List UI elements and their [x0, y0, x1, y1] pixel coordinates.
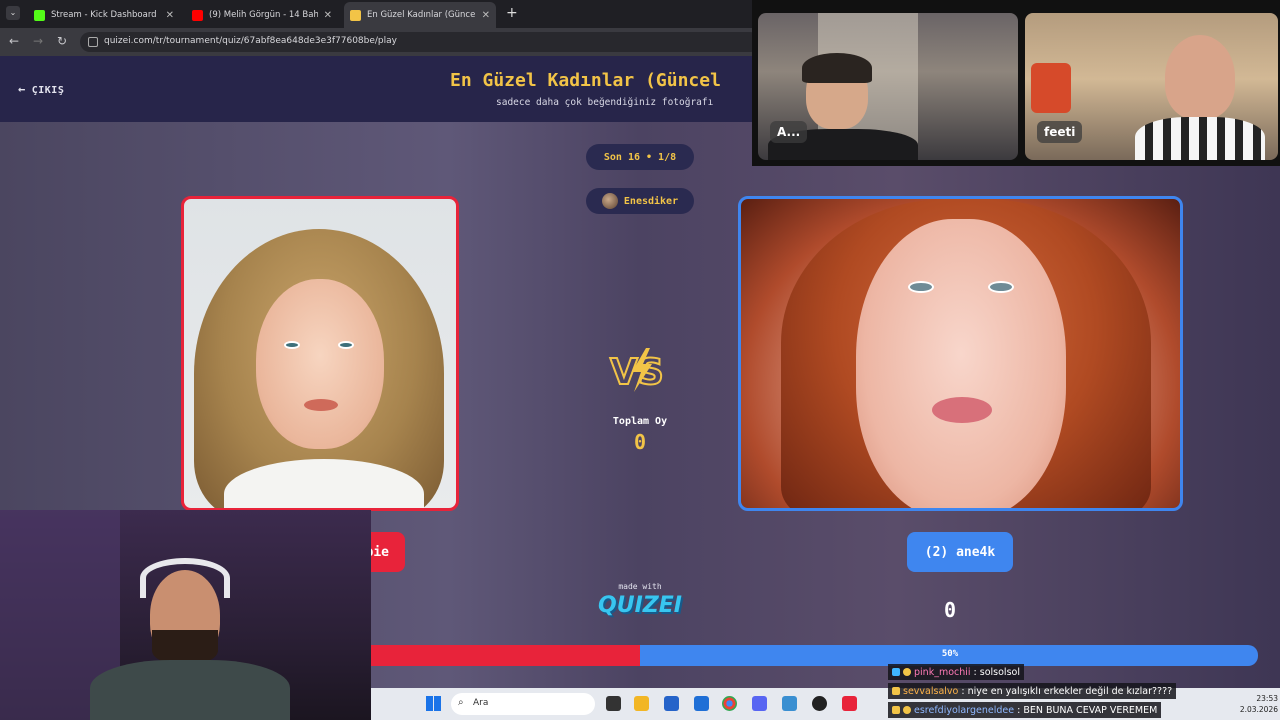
youtube-favicon-icon: [192, 9, 203, 21]
gift-badge-icon: [903, 668, 911, 676]
exit-button[interactable]: ← ÇIKIŞ: [18, 82, 64, 96]
chat-text: : niye en yalışıklı erkekler değil de kı…: [961, 685, 1173, 697]
guest-b-face: [1165, 35, 1235, 119]
vote-split-percent: 50%: [941, 649, 959, 659]
chat-username: esrefdiyolargeneldee: [914, 704, 1015, 716]
right-candidate-image[interactable]: [738, 196, 1183, 511]
tab-youtube[interactable]: (9) Melih Görgün - 14 Bahar (O ✕: [186, 4, 338, 26]
quiz-subtitle: sadece daha çok beğendiğiniz fotoğrafı: [496, 97, 714, 108]
exit-label: ÇIKIŞ: [31, 85, 65, 96]
close-tab-icon[interactable]: ✕: [482, 10, 490, 21]
total-votes-value: 0: [633, 430, 647, 454]
clock-time: 23:53: [1256, 694, 1278, 703]
author-avatar: [601, 193, 618, 209]
guest-a-name: A...: [770, 121, 808, 143]
left-candidate-image[interactable]: [181, 196, 459, 511]
portrait-eye: [908, 281, 934, 293]
discord-icon[interactable]: [752, 696, 767, 711]
guest-b-jersey: [1135, 117, 1265, 160]
streamer-cam: [0, 510, 371, 720]
streamer-sweater: [90, 660, 290, 720]
app-icon[interactable]: [842, 696, 857, 711]
chat-text: : BEN BUNA CEVAP VEREMEM: [1017, 704, 1158, 716]
subscriber-badge-icon: [892, 706, 900, 714]
chrome-icon[interactable]: [722, 696, 737, 711]
task-view-icon[interactable]: [606, 696, 621, 711]
chat-message: pink_mochii : solsolsol: [888, 664, 1024, 680]
arrow-left-icon: ←: [18, 82, 26, 96]
subscriber-badge-icon: [892, 687, 900, 695]
author-name: Enesdiker: [623, 195, 679, 207]
tab-quizei[interactable]: En Güzel Kadınlar (Güncellendi ✕: [344, 2, 496, 28]
chat-message: esrefdiyolargeneldee : BEN BUNA CEVAP VE…: [888, 702, 1162, 718]
tab-kick-dashboard[interactable]: Stream - Kick Dashboard ✕: [28, 4, 180, 26]
close-tab-icon[interactable]: ✕: [166, 10, 174, 21]
file-explorer-icon[interactable]: [634, 696, 649, 711]
portrait-face: [256, 279, 384, 449]
clock-date: 2.03.2026: [1239, 705, 1278, 714]
kick-favicon-icon: [34, 9, 45, 21]
back-icon[interactable]: ←: [9, 34, 19, 48]
reload-icon[interactable]: ↻: [57, 34, 67, 48]
tab-list-dropdown-icon[interactable]: ⌄: [6, 6, 20, 20]
guest-b-name: feeti: [1037, 121, 1083, 143]
subscriber-badge-icon: [892, 668, 900, 676]
store-icon[interactable]: [664, 696, 679, 711]
taskbar-clock[interactable]: 23:53 2.03.2026: [1218, 693, 1278, 715]
made-with-label: made with: [618, 582, 662, 591]
taskbar-search-input[interactable]: Ara: [451, 693, 595, 715]
streamer-beard: [152, 630, 218, 664]
portrait-eye: [988, 281, 1014, 293]
portrait-eye: [284, 341, 300, 349]
guest-cam-a: A...: [758, 13, 1018, 160]
guest-cam-b: feeti: [1025, 13, 1278, 160]
quizei-favicon-icon: [350, 9, 361, 21]
total-votes-label: Toplam Oy: [612, 416, 668, 427]
guest-a-hair: [802, 53, 872, 83]
outlook-icon[interactable]: [694, 696, 709, 711]
windows-start-icon[interactable]: [426, 696, 441, 711]
tab-label: Stream - Kick Dashboard: [51, 10, 157, 20]
gift-badge-icon: [903, 706, 911, 714]
author-badge[interactable]: Enesdiker: [586, 188, 694, 214]
obs-icon[interactable]: [812, 696, 827, 711]
background-chair: [1031, 63, 1071, 113]
right-choice-button[interactable]: (2) ane4k: [907, 532, 1013, 572]
chat-text: : solsolsol: [973, 666, 1020, 678]
portrait-lips: [932, 397, 992, 423]
close-tab-icon[interactable]: ✕: [324, 10, 332, 21]
quiz-title: En Güzel Kadınlar (Güncel: [450, 70, 721, 91]
url-field[interactable]: quizei.com/tr/tournament/quiz/67abf8ea64…: [80, 32, 760, 52]
quizei-logo[interactable]: QUIZEI: [598, 593, 682, 618]
portrait-lips: [304, 399, 338, 411]
chat-username: pink_mochii: [914, 666, 971, 678]
new-tab-icon[interactable]: +: [506, 5, 518, 21]
forward-icon[interactable]: →: [33, 34, 43, 48]
headset-icon: [140, 558, 230, 598]
chat-message: sevvalsalvo : niye en yalışıklı erkekler…: [888, 683, 1177, 699]
vote-bar-left: [370, 645, 640, 666]
site-info-icon[interactable]: [88, 37, 98, 47]
tab-label: En Güzel Kadınlar (Güncellendi: [367, 10, 476, 20]
versus-lightning-icon: VS: [609, 348, 665, 394]
chat-username: sevvalsalvo: [903, 685, 959, 697]
notes-app-icon[interactable]: [782, 696, 797, 711]
tab-label: (9) Melih Görgün - 14 Bahar (O: [209, 10, 318, 20]
round-badge: Son 16 • 1/8: [586, 144, 694, 170]
right-vote-count: 0: [943, 598, 957, 622]
portrait-eye: [338, 341, 354, 349]
search-icon: ⌕: [458, 697, 464, 708]
portrait-face: [856, 219, 1066, 508]
